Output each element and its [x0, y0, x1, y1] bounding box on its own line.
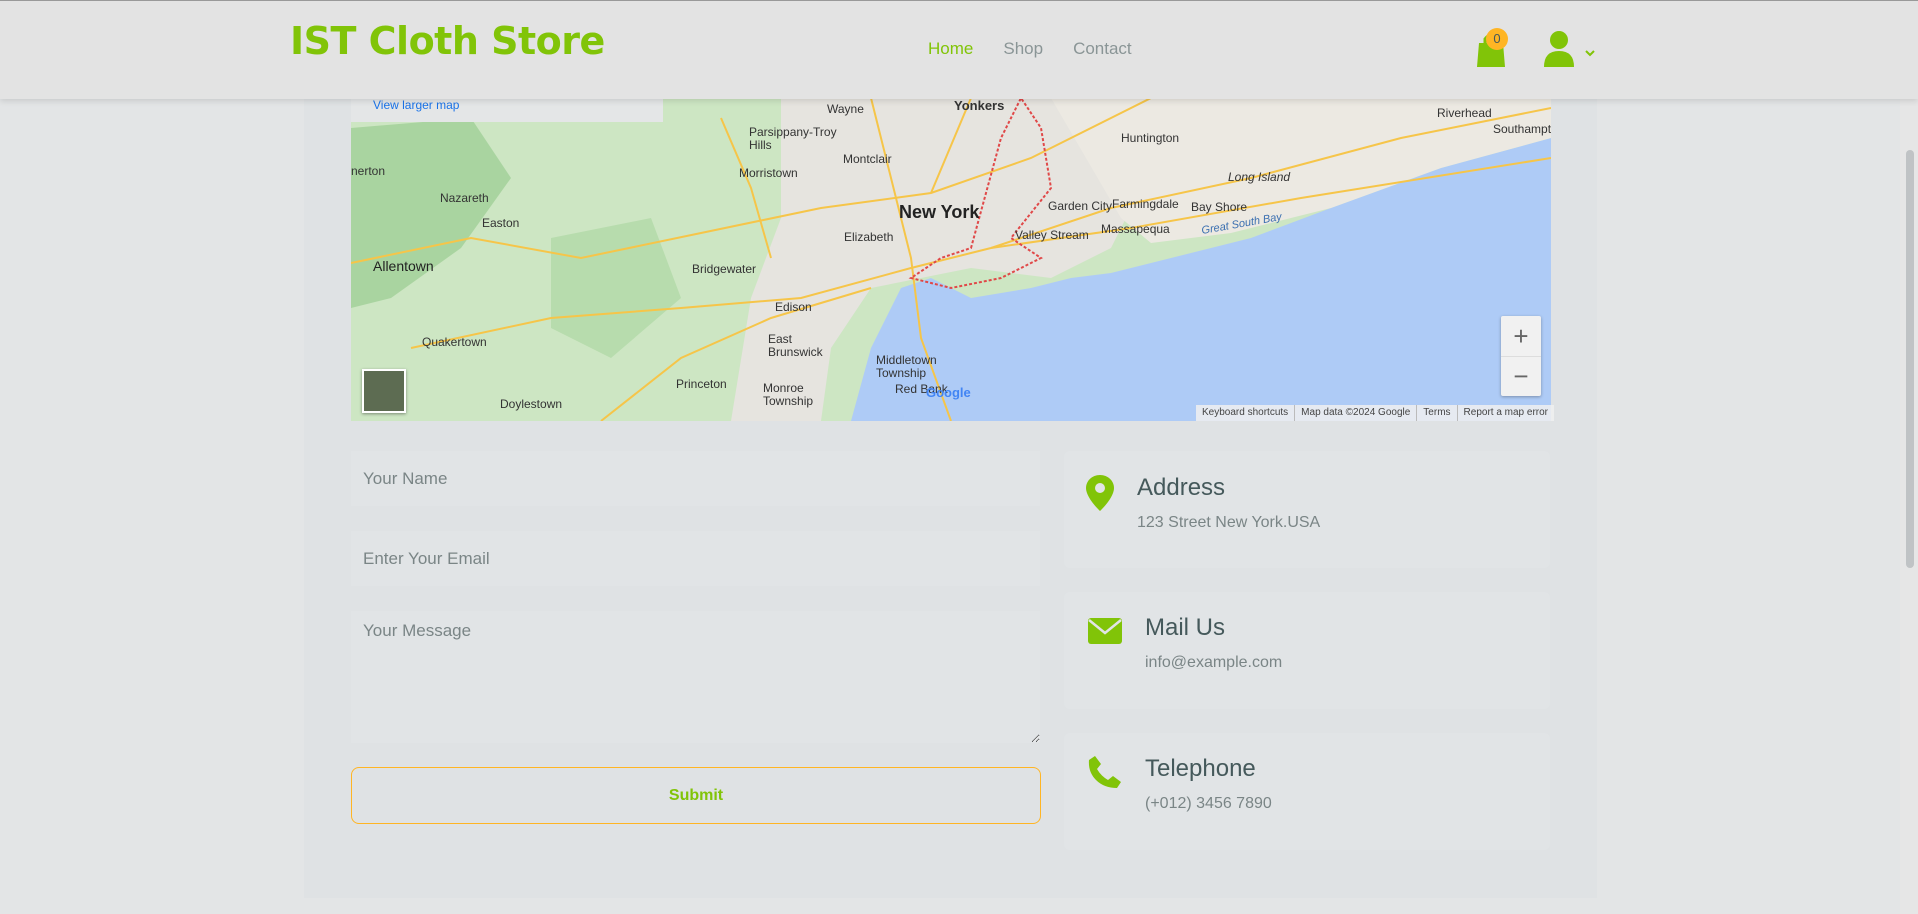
main-nav: Home Shop Contact [928, 39, 1132, 59]
map-label: Long Island [1228, 170, 1291, 184]
map-label: Valley Stream [1015, 228, 1089, 242]
nav-home[interactable]: Home [928, 39, 973, 59]
view-larger-map-link[interactable]: View larger map [373, 98, 459, 112]
map-label: Doylestown [500, 397, 563, 411]
user-icon[interactable] [1542, 29, 1597, 69]
map-label: Bridgewater [692, 262, 757, 276]
mail-card: Mail Us info@example.com [1064, 592, 1550, 709]
google-map[interactable]: Yonkers Wayne Parsippany-Troy Hills Mont… [351, 98, 1551, 421]
phone-icon [1088, 756, 1121, 788]
map-label: Bay Shore [1191, 200, 1248, 214]
map-label: Farmingdale [1112, 197, 1179, 211]
map-label: Morristown [739, 166, 798, 180]
terms-link[interactable]: Terms [1416, 405, 1456, 421]
map-label: Garden City [1048, 199, 1113, 213]
mail-title: Mail Us [1145, 614, 1226, 641]
report-map-error-link[interactable]: Report a map error [1456, 405, 1554, 421]
map-label: Nazareth [440, 191, 489, 205]
satellite-toggle-button[interactable] [362, 369, 406, 413]
map-label: Edison [775, 300, 812, 314]
name-input[interactable] [351, 451, 1040, 506]
zoom-controls: + − [1501, 316, 1541, 396]
map-label: Quakertown [422, 335, 487, 349]
map-label: Huntington [1121, 131, 1180, 145]
nav-contact[interactable]: Contact [1073, 39, 1132, 59]
telephone-card: Telephone (+012) 3456 7890 [1064, 733, 1550, 850]
telephone-value: (+012) 3456 7890 [1145, 795, 1272, 812]
map-label: Riverhead [1437, 106, 1492, 120]
google-logo: Google [926, 385, 971, 400]
keyboard-shortcuts-link[interactable]: Keyboard shortcuts [1196, 405, 1294, 421]
address-card: Address 123 Street New York.USA [1064, 451, 1550, 568]
map-info-panel: View larger map [351, 98, 663, 122]
map-label: New York [899, 202, 980, 222]
map-label: Princeton [676, 377, 727, 391]
map-label: Parsippany-Troy Hills [749, 125, 837, 152]
map-label: Middletown Township [876, 353, 937, 380]
map-label: Yonkers [954, 98, 1005, 113]
address-title: Address [1137, 474, 1226, 501]
map-label: nerton [351, 164, 386, 178]
brand-logo[interactable]: IST Cloth Store [290, 19, 605, 63]
nav-shop[interactable]: Shop [1003, 39, 1043, 59]
cart-count-badge: 0 [1486, 28, 1508, 50]
map-label: Massapequa [1101, 222, 1170, 236]
map-label: East Brunswick [768, 332, 823, 359]
map-label: Monroe Township [763, 381, 814, 408]
chevron-down-icon [1585, 50, 1595, 57]
zoom-in-button[interactable]: + [1501, 316, 1541, 357]
submit-button[interactable]: Submit [351, 767, 1041, 824]
envelope-icon [1088, 618, 1122, 644]
telephone-title: Telephone [1145, 755, 1256, 782]
map-data-text: Map data ©2024 Google [1294, 405, 1416, 421]
address-value: 123 Street New York.USA [1137, 514, 1321, 531]
map-pin-icon [1086, 475, 1114, 511]
map-label: Easton [482, 216, 520, 230]
map-label: Elizabeth [844, 230, 894, 244]
email-input[interactable] [351, 531, 1040, 586]
mail-value[interactable]: info@example.com [1145, 654, 1282, 672]
map-footer: Keyboard shortcuts Map data ©2024 Google… [1196, 405, 1555, 421]
scrollbar-thumb[interactable] [1906, 150, 1914, 568]
map-label: Allentown [373, 258, 434, 274]
map-label: Montclair [843, 152, 892, 166]
site-header: IST Cloth Store Home Shop Contact 0 [0, 0, 1918, 99]
message-textarea[interactable] [351, 611, 1040, 743]
zoom-out-button[interactable]: − [1501, 356, 1541, 396]
map-label: Wayne [827, 102, 864, 116]
map-label: Southampton [1493, 122, 1551, 136]
